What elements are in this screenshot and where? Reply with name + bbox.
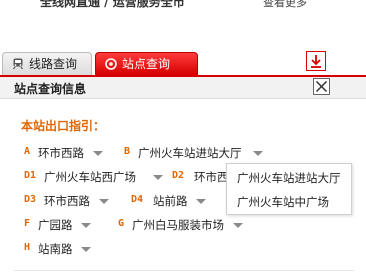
exit-name: 环市西路 [194,170,226,184]
exit-code: D1 [24,170,37,181]
target-icon [105,58,117,70]
top-strip: 全线网直通 / 运营服务全市 查看更多 [0,0,366,14]
tab-stop-label: 站点查询 [122,57,171,71]
download-icon [311,55,321,68]
tab-route-label: 线路查询 [29,57,78,71]
chevron-down-icon [153,175,163,180]
exit-code: H [24,242,31,253]
exit-name: 环市西路 [38,146,84,160]
panel-title: 站点查询信息 [14,82,87,96]
chevron-down-icon [81,247,91,252]
exit-name: 广州火车站西广场 [44,170,136,184]
chevron-down-icon [93,151,103,156]
exit-code: G [118,218,125,229]
exit-code: F [24,218,31,229]
exit-code: A [24,146,31,157]
exit-code: B [124,146,131,157]
exits-heading: 本站出口指引： [21,119,106,133]
exit-code: D2 [172,170,185,181]
popup-option[interactable]: 广州火车站中广场 [237,194,329,210]
top-cut-text: 全线网直通 / 运营服务全市 [40,0,185,9]
close-icon [315,80,328,93]
more-link[interactable]: 查看更多 [263,0,307,10]
chevron-down-icon [253,151,263,156]
panel-header: 站点查询信息 [0,77,366,99]
download-button[interactable] [306,51,326,71]
exit-name: 广园路 [38,218,73,232]
exit-name: 站前路 [153,194,188,208]
chevron-down-icon [99,199,109,204]
exit-name: 站南路 [38,242,73,256]
exit-name: 广州白马服装市场 [132,218,224,232]
exit-name: 广州火车站进站大厅 [138,146,242,160]
close-button[interactable] [313,78,330,95]
exit-code: D4 [131,194,144,205]
train-icon [13,58,23,69]
popup-option[interactable]: 广州火车站进站大厅 [237,170,341,186]
chevron-down-icon [233,223,243,228]
tab-route-query[interactable]: 线路查询 [2,52,92,75]
tab-stop-query[interactable]: 站点查询 [95,52,198,75]
chevron-down-icon [196,199,206,204]
chevron-down-icon [81,223,91,228]
divider [14,270,354,271]
exit-name: 环市西路 [44,194,90,208]
exit-code: D3 [24,194,37,205]
exit-d2[interactable]: D2 环市西路 [172,169,226,185]
exit-dropdown-popup: 广州火车站进站大厅 广州火车站中广场 [226,163,352,215]
